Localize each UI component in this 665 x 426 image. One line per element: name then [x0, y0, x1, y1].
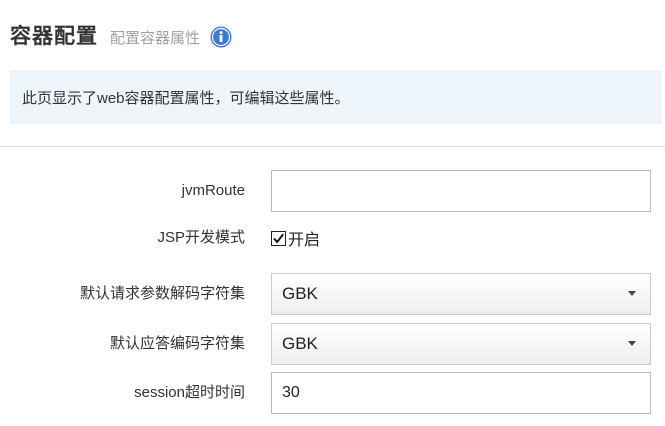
jsp-dev-mode-checkbox[interactable]: [271, 230, 286, 246]
info-icon[interactable]: [210, 26, 232, 48]
request-charset-label: 默认请求参数解码字符集: [79, 285, 245, 302]
divider: [0, 146, 665, 147]
request-charset-select[interactable]: GBK: [271, 273, 651, 315]
chevron-down-icon: [628, 291, 636, 296]
session-timeout-input[interactable]: [271, 372, 651, 414]
jsp-dev-mode-option-label[interactable]: 开启: [288, 226, 320, 250]
chevron-down-icon: [628, 341, 636, 346]
jvm-route-label: jvmRoute: [181, 182, 245, 199]
jvm-route-row: jvmRoute: [0, 170, 665, 212]
page-header: 容器配置 配置容器属性: [10, 18, 232, 52]
request-charset-value: GBK: [282, 284, 318, 303]
response-charset-select[interactable]: GBK: [271, 323, 651, 365]
request-charset-row: 默认请求参数解码字符集 GBK: [0, 273, 665, 315]
jsp-dev-mode-label: JSP开发模式: [157, 229, 245, 246]
info-banner-text: 此页显示了web容器配置属性，可编辑这些属性。: [22, 89, 350, 107]
jsp-dev-mode-option: 开启: [271, 217, 320, 259]
container-config-page: 容器配置 配置容器属性 此页显示了web容器配置属性，可编辑这些属性。 jvmR…: [0, 0, 665, 426]
response-charset-row: 默认应答编码字符集 GBK: [0, 323, 665, 365]
session-timeout-label: session超时时间: [134, 384, 245, 401]
session-timeout-row: session超时时间: [0, 372, 665, 414]
response-charset-value: GBK: [282, 334, 318, 353]
page-title: 容器配置: [10, 25, 98, 48]
response-charset-label: 默认应答编码字符集: [109, 335, 245, 352]
checkmark-icon: [273, 233, 284, 244]
info-banner: 此页显示了web容器配置属性，可编辑这些属性。: [10, 70, 662, 124]
jvm-route-input[interactable]: [271, 170, 651, 212]
page-subtitle: 配置容器属性: [110, 29, 201, 47]
jsp-dev-mode-row: JSP开发模式 开启: [0, 217, 665, 259]
